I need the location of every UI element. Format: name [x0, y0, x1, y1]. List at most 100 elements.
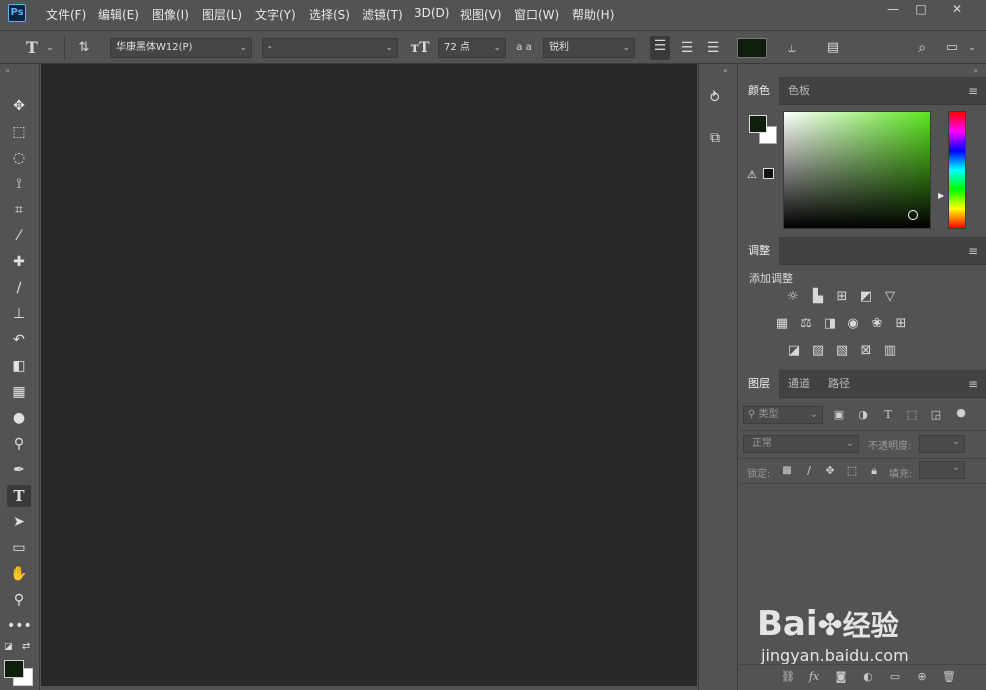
black-white-icon[interactable]: ◨	[821, 316, 839, 332]
marquee-tool-icon[interactable]: ⬚	[7, 121, 31, 143]
more-tools-icon[interactable]: •••	[7, 615, 32, 637]
dodge-tool-icon[interactable]: ⚲	[7, 433, 31, 455]
zoom-tool-icon[interactable]: ⚲	[7, 589, 31, 611]
close-button[interactable]: ✕	[942, 0, 972, 18]
new-layer-icon[interactable]: ⊕	[913, 669, 931, 685]
invert-icon[interactable]: ◪	[785, 343, 803, 359]
filter-pixel-icon[interactable]: ▣	[831, 407, 847, 423]
panel-menu-icon[interactable]: ≡	[968, 237, 978, 265]
fill-input[interactable]: ⌄	[919, 461, 965, 479]
new-adjustment-layer-icon[interactable]: ◐	[859, 669, 877, 685]
gradient-tool-icon[interactable]: ▦	[7, 381, 31, 403]
font-style-dropdown[interactable]: - ⌄	[262, 38, 398, 58]
lock-artboard-icon[interactable]: ⬚	[844, 463, 860, 479]
panel-menu-icon[interactable]: ≡	[968, 77, 978, 105]
tab-color[interactable]: 颜色	[739, 77, 779, 105]
character-panel-icon[interactable]: ▤	[823, 38, 843, 58]
panel-menu-icon[interactable]: ≡	[968, 370, 978, 398]
channel-mixer-icon[interactable]: ❀	[868, 316, 886, 332]
menu-3d[interactable]: 3D(D)	[414, 6, 449, 20]
hue-saturation-icon[interactable]: ▦	[773, 316, 791, 332]
restore-button[interactable]: □	[906, 0, 936, 18]
color-picker-field[interactable]	[783, 111, 931, 229]
brush-tool-icon[interactable]: ∕	[7, 277, 31, 299]
vibrance-icon[interactable]: ▽	[881, 289, 899, 305]
workspace-icon[interactable]: ▭	[942, 38, 962, 58]
chevron-down-icon[interactable]: ⌄	[40, 38, 60, 58]
text-color-swatch[interactable]	[737, 38, 767, 58]
collapse-panels-icon[interactable]: »	[973, 66, 978, 75]
align-left-icon[interactable]: ☰	[650, 36, 670, 60]
default-colors-icon[interactable]: ◪	[4, 642, 13, 652]
align-right-icon[interactable]: ☰	[703, 38, 723, 58]
pen-tool-icon[interactable]: ✒	[7, 459, 31, 481]
menu-help[interactable]: 帮助(H)	[572, 6, 614, 23]
web-safe-swatch[interactable]	[763, 168, 774, 179]
filter-adjustment-icon[interactable]: ◑	[855, 407, 871, 423]
color-picker-cursor[interactable]	[908, 210, 918, 220]
layer-filter-dropdown[interactable]: ⚲ 类型 ⌄	[743, 406, 823, 424]
history-brush-tool-icon[interactable]: ↶	[7, 329, 31, 351]
antialias-dropdown[interactable]: 锐利 ⌄	[543, 38, 635, 58]
type-tool-icon[interactable]: T	[7, 485, 31, 507]
toggle-text-orientation-icon[interactable]: ⇅	[74, 38, 94, 58]
layer-style-icon[interactable]: fx	[805, 669, 823, 685]
eraser-tool-icon[interactable]: ◧	[7, 355, 31, 377]
lock-all-icon[interactable]: 🔒︎	[866, 463, 882, 479]
font-family-dropdown[interactable]: 华康黑体W12(P) ⌄	[110, 38, 252, 58]
new-group-icon[interactable]: ▭	[886, 669, 904, 685]
path-selection-tool-icon[interactable]: ➤	[7, 511, 31, 533]
properties-panel-icon[interactable]: ⧉	[710, 130, 720, 146]
brightness-contrast-icon[interactable]: ☼	[784, 289, 802, 305]
warp-text-icon[interactable]: ⥿	[782, 38, 802, 58]
hue-slider-handle-icon[interactable]: ▶	[938, 191, 944, 200]
quick-select-tool-icon[interactable]: ⟟	[7, 173, 31, 195]
rectangle-tool-icon[interactable]: ▭	[7, 537, 31, 559]
lasso-tool-icon[interactable]: ◌	[7, 147, 31, 169]
exposure-icon[interactable]: ◩	[857, 289, 875, 305]
menu-layer[interactable]: 图层(L)	[202, 6, 242, 23]
minimize-button[interactable]: —	[878, 0, 908, 18]
menu-window[interactable]: 窗口(W)	[514, 6, 559, 23]
blur-tool-icon[interactable]: ●	[7, 407, 31, 429]
filter-shape-icon[interactable]: ⬚	[904, 407, 920, 423]
lock-transparent-pixels-icon[interactable]: ▩	[779, 463, 795, 479]
tab-paths[interactable]: 路径	[819, 370, 859, 398]
gradient-map-icon[interactable]: ▥	[881, 343, 899, 359]
photo-filter-icon[interactable]: ◉	[844, 316, 862, 332]
blend-mode-dropdown[interactable]: 正常 ⌄	[743, 435, 859, 453]
menu-type[interactable]: 文字(Y)	[255, 6, 296, 23]
menu-filter[interactable]: 滤镜(T)	[362, 6, 403, 23]
delete-layer-icon[interactable]: 🗑︎	[940, 669, 958, 685]
curves-icon[interactable]: ⊞	[833, 289, 851, 305]
posterize-icon[interactable]: ▨	[809, 343, 827, 359]
tab-swatches[interactable]: 色板	[779, 77, 819, 105]
foreground-color-swatch[interactable]	[4, 660, 24, 678]
levels-icon[interactable]: ▙	[809, 289, 827, 305]
tab-adjustments[interactable]: 调整	[739, 237, 779, 265]
tab-layers[interactable]: 图层	[739, 370, 779, 398]
tab-channels[interactable]: 通道	[779, 370, 819, 398]
filter-type-icon[interactable]: T	[880, 407, 896, 423]
menu-file[interactable]: 文件(F)	[46, 6, 86, 23]
swap-colors-icon[interactable]: ⇄	[22, 641, 30, 652]
selective-color-icon[interactable]: ⊠	[857, 343, 875, 359]
type-tool-preset-icon[interactable]: T	[22, 38, 42, 58]
link-layers-icon[interactable]: ⛓	[779, 669, 797, 685]
hand-tool-icon[interactable]: ✋	[7, 563, 31, 585]
menu-image[interactable]: 图像(I)	[152, 6, 189, 23]
align-center-icon[interactable]: ☰	[677, 38, 697, 58]
move-tool-icon[interactable]: ✥	[7, 95, 31, 117]
lock-position-icon[interactable]: ✥	[822, 463, 838, 479]
healing-brush-tool-icon[interactable]: ✚	[7, 251, 31, 273]
clone-stamp-tool-icon[interactable]: ⊥	[7, 303, 31, 325]
hue-slider[interactable]	[948, 111, 966, 229]
eyedropper-tool-icon[interactable]: ⁄	[7, 225, 31, 247]
document-canvas[interactable]	[41, 64, 697, 686]
collapse-toolbar-icon[interactable]: »	[5, 66, 10, 75]
menu-view[interactable]: 视图(V)	[460, 6, 502, 23]
filter-toggle-icon[interactable]: ●	[953, 405, 969, 421]
font-size-dropdown[interactable]: 72 点 ⌄	[438, 38, 506, 58]
add-mask-icon[interactable]: ◙	[832, 669, 850, 685]
filter-smart-object-icon[interactable]: ◲	[928, 407, 944, 423]
